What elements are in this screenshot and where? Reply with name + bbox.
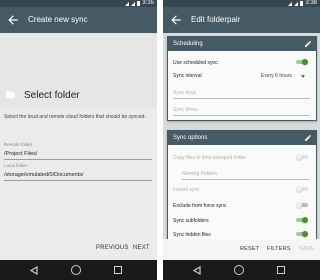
instant-sync-label: Instant sync [173, 187, 200, 193]
use-scheduled-sync-toggle[interactable] [296, 59, 308, 65]
timestamped-folder-label: Copy files to time-stamped folder [173, 155, 247, 161]
sync-times-input[interactable]: Sync times [173, 107, 197, 113]
page-title: Edit folderpair [191, 15, 241, 24]
naming-pattern-underline [182, 179, 310, 180]
status-bar: 3:35 [0, 0, 157, 7]
edit-pencil-icon[interactable] [304, 40, 312, 48]
chevron-down-icon [301, 75, 305, 78]
status-bar: 3:38 [163, 0, 320, 7]
nav-back-icon[interactable] [30, 266, 38, 275]
nav-back-icon[interactable] [193, 266, 201, 275]
sync-days-input[interactable]: Sync days [173, 90, 196, 96]
sync-interval-select[interactable]: Every 6 hours [261, 73, 292, 79]
nav-home-icon[interactable] [234, 265, 244, 275]
folder-icon [6, 90, 15, 99]
remote-folder-underline [4, 159, 152, 160]
signal-icon [294, 1, 299, 6]
local-folder-input[interactable]: /storage/emulated/0/Documents/ [4, 172, 84, 178]
edit-folderpair-screen: 3:38 Edit folderpair Scheduling Use sche… [163, 0, 320, 280]
create-sync-screen: 3:35 Create new sync Select folder Selec… [0, 0, 157, 280]
nav-bar [163, 260, 320, 280]
wifi-icon [125, 1, 130, 6]
wifi-icon [288, 1, 293, 6]
sync-options-title: Sync options [173, 135, 208, 141]
nav-home-icon[interactable] [71, 265, 81, 275]
filters-button[interactable]: FILTERS [267, 246, 291, 252]
use-scheduled-sync-label: Use scheduled sync [173, 60, 218, 66]
scheduling-title: Scheduling [173, 41, 203, 47]
next-button[interactable]: NEXT [133, 245, 150, 251]
timestamped-folder-toggle[interactable] [296, 154, 308, 160]
local-folder-underline [4, 180, 152, 181]
local-folder-label: Local folder [4, 163, 28, 168]
edit-pencil-icon[interactable] [304, 134, 312, 142]
battery-icon [137, 1, 141, 6]
previous-button[interactable]: PREVIOUS [96, 245, 129, 251]
exclude-force-sync-toggle[interactable] [296, 202, 308, 208]
sync-hidden-files-label: Sync hidden files [173, 232, 211, 238]
status-time: 3:38 [305, 0, 317, 6]
nav-recents-icon[interactable] [114, 266, 122, 274]
sync-options-card: Sync options Copy files to time-stamped … [167, 130, 317, 240]
app-bar: Edit folderpair [163, 7, 320, 33]
remote-folder-label: Remote folder [4, 142, 33, 147]
reset-button[interactable]: RESET [240, 246, 259, 252]
signal-icon [131, 1, 136, 6]
sync-times-underline [173, 115, 310, 116]
scheduling-card: Scheduling Use scheduled sync Sync inter… [167, 36, 317, 121]
battery-icon [300, 1, 304, 6]
naming-pattern-input[interactable]: Naming Pattern [182, 171, 217, 177]
back-arrow-icon[interactable] [6, 13, 20, 27]
select-folder-heading: Select folder [24, 90, 80, 101]
sync-subfolders-toggle[interactable] [296, 217, 308, 223]
page-title: Create new sync [28, 15, 88, 24]
scheduling-header: Scheduling [168, 37, 316, 51]
save-button[interactable]: SAVE [299, 246, 314, 252]
sync-subfolders-label: Sync subfolders [173, 218, 209, 224]
app-bar: Create new sync [0, 7, 157, 33]
sync-options-header: Sync options [168, 131, 316, 145]
exclude-force-sync-label: Exclude from force sync [173, 203, 227, 209]
sync-interval-label: Sync interval [173, 73, 202, 79]
nav-bar [0, 260, 157, 280]
nav-recents-icon[interactable] [277, 266, 285, 274]
status-time: 3:35 [142, 0, 154, 6]
instant-sync-toggle[interactable] [296, 186, 308, 192]
sync-hidden-files-toggle[interactable] [296, 231, 308, 237]
sync-days-underline [173, 98, 310, 99]
back-arrow-icon[interactable] [169, 13, 183, 27]
remote-folder-input[interactable]: /Project Files/ [4, 151, 37, 157]
bottom-action-bar: RESET FILTERS SAVE [163, 239, 320, 260]
select-folder-description: Select the local and remote cloud folder… [4, 114, 146, 120]
